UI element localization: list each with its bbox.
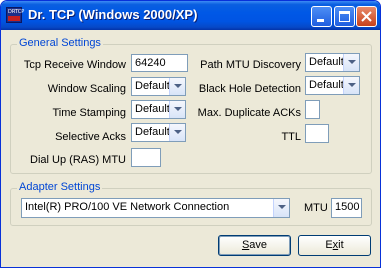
time-stamping-label: Time Stamping [52,107,126,119]
window-title: Dr. TCP (Windows 2000/XP) [28,7,198,22]
save-button[interactable]: Save [218,235,291,256]
dropdown-arrow-icon[interactable] [343,54,359,71]
exit-label-first: E [325,239,333,251]
minimize-button[interactable] [311,6,332,27]
path-mtu-discovery-label: Path MTU Discovery [200,59,301,71]
selective-acks-select[interactable]: Default [131,123,186,142]
path-mtu-discovery-select[interactable]: Default [305,53,360,72]
selective-acks-value: Default [135,126,170,138]
maximize-icon [339,11,350,22]
ttl-input[interactable] [305,124,329,143]
path-mtu-discovery-value: Default [309,56,344,68]
time-stamping-select[interactable]: Default [131,100,186,119]
ttl-label: TTL [281,131,301,143]
adapter-mtu-label: MTU [304,202,328,214]
selective-acks-label: Selective Acks [55,131,126,143]
dial-up-mtu-label: Dial Up (RAS) MTU [30,154,126,166]
dropdown-arrow-icon[interactable] [169,101,185,118]
max-duplicate-acks-input[interactable] [305,100,320,119]
dropdown-arrow-icon[interactable] [273,199,289,217]
adapter-select[interactable]: Intel(R) PRO/100 VE Network Connection [21,198,290,218]
dropdown-arrow-icon[interactable] [169,124,185,141]
close-icon [361,11,372,22]
title-bar[interactable]: DRTCP Dr. TCP (Windows 2000/XP) [1,1,380,30]
minimize-icon [317,19,324,22]
window-scaling-value: Default [135,80,170,92]
app-icon[interactable]: DRTCP [6,7,24,23]
save-label-rest: ave [249,239,268,251]
adapter-mtu-input[interactable]: 1500 [331,198,362,218]
dropdown-arrow-icon[interactable] [169,78,185,95]
max-duplicate-acks-label: Max. Duplicate ACKs [197,107,301,119]
adapter-value: Intel(R) PRO/100 VE Network Connection [25,201,230,213]
window-scaling-select[interactable]: Default [131,77,186,96]
maximize-button[interactable] [334,6,355,27]
black-hole-detection-label: Black Hole Detection [198,83,301,95]
tcp-receive-window-input[interactable]: 64240 [131,54,188,72]
close-button[interactable] [356,6,377,27]
dropdown-arrow-icon[interactable] [343,77,359,94]
dial-up-mtu-input[interactable] [131,148,161,167]
exit-button[interactable]: Exit [298,235,371,256]
exit-label-rest: it [338,239,344,251]
window-scaling-label: Window Scaling [47,83,126,95]
adapter-settings-legend: Adapter Settings [17,181,103,193]
black-hole-detection-value: Default [309,79,344,91]
dr-tcp-window: DRTCP Dr. TCP (Windows 2000/XP) General … [0,0,381,268]
tcp-receive-window-label: Tcp Receive Window [23,59,126,71]
time-stamping-value: Default [135,103,170,115]
black-hole-detection-select[interactable]: Default [305,76,360,95]
general-settings-legend: General Settings [17,37,103,49]
